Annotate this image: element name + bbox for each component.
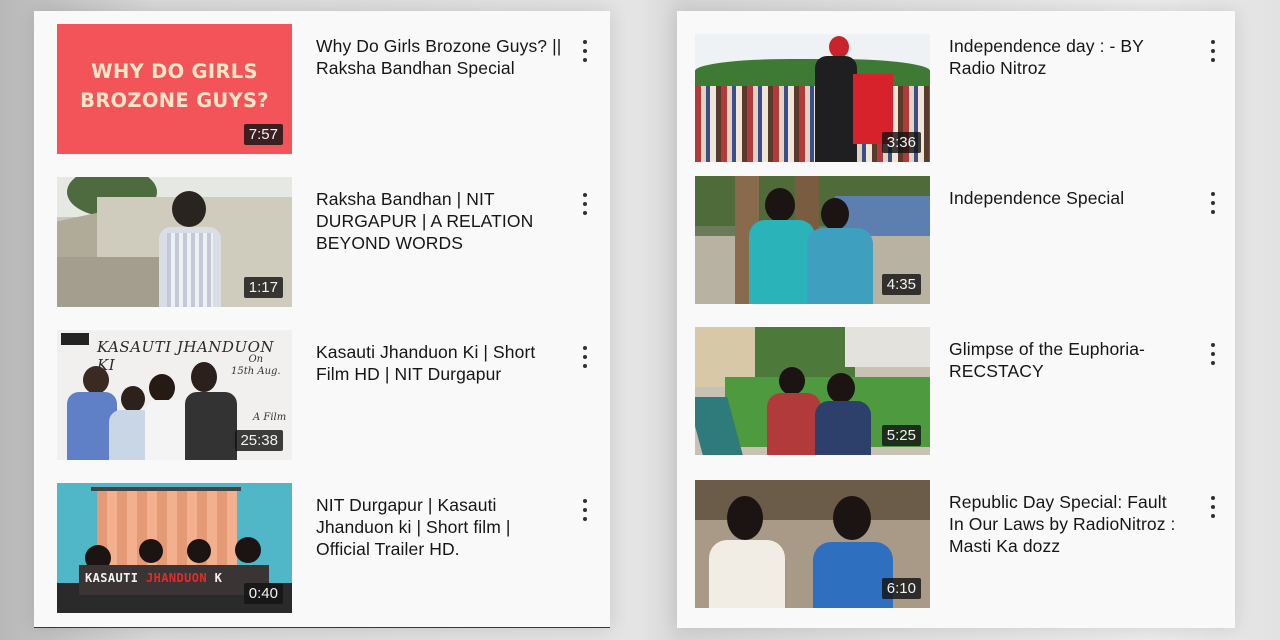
more-vert-icon[interactable] xyxy=(579,346,591,368)
more-vert-icon[interactable] xyxy=(579,40,591,62)
video-thumbnail[interactable]: KASAUTI JHANDUON KI On 15th Aug. A Film … xyxy=(57,330,292,460)
video-title[interactable]: Independence Special xyxy=(949,187,1189,209)
video-thumbnail[interactable]: 3:36 xyxy=(695,34,930,162)
video-title[interactable]: Kasauti Jhanduon Ki | Short Film HD | NI… xyxy=(316,341,576,385)
video-thumbnail[interactable]: 1:17 xyxy=(57,177,292,307)
video-item[interactable]: KASAUTI JHANDUON KI On 15th Aug. A Film … xyxy=(57,330,610,462)
thumbnail-date: On 15th Aug. xyxy=(231,354,281,377)
duration-badge: 7:57 xyxy=(243,124,283,145)
thumbnail-text: WHY DO GIRLS BROZONE GUYS? xyxy=(80,60,269,112)
video-item[interactable]: 4:35 Independence Special xyxy=(695,176,1235,308)
more-vert-icon[interactable] xyxy=(1207,343,1219,365)
more-vert-icon[interactable] xyxy=(1207,496,1219,518)
video-thumbnail[interactable]: 6:10 xyxy=(695,480,930,608)
video-item[interactable]: 3:36 Independence day : - BY Radio Nitro… xyxy=(695,24,1235,162)
video-item[interactable]: 6:10 Republic Day Special: Fault In Our … xyxy=(695,480,1235,612)
more-vert-icon[interactable] xyxy=(1207,40,1219,62)
video-thumbnail[interactable]: 5:25 xyxy=(695,327,930,455)
video-item[interactable]: WHY DO GIRLS BROZONE GUYS? 7:57 Why Do G… xyxy=(57,24,610,156)
thumbnail-text: KASAUTI JHANDUON K xyxy=(85,571,223,585)
video-item[interactable]: KASAUTI JHANDUON K 0:40 NIT Durgapur | K… xyxy=(57,483,610,615)
duration-badge: 1:17 xyxy=(243,277,283,298)
video-title[interactable]: Republic Day Special: Fault In Our Laws … xyxy=(949,491,1189,557)
duration-badge: 0:40 xyxy=(243,583,283,604)
video-thumbnail[interactable]: WHY DO GIRLS BROZONE GUYS? 7:57 xyxy=(57,24,292,154)
video-title[interactable]: Why Do Girls Brozone Guys? || Raksha Ban… xyxy=(316,35,576,79)
more-vert-icon[interactable] xyxy=(1207,192,1219,214)
video-thumbnail[interactable]: KASAUTI JHANDUON K 0:40 xyxy=(57,483,292,613)
video-thumbnail[interactable]: 4:35 xyxy=(695,176,930,304)
duration-badge: 6:10 xyxy=(881,578,921,599)
video-item[interactable]: 1:17 Raksha Bandhan | NIT DURGAPUR | A R… xyxy=(57,177,610,309)
video-title[interactable]: Glimpse of the Euphoria- RECSTACY xyxy=(949,338,1189,382)
duration-badge: 3:36 xyxy=(881,132,921,153)
duration-badge: 4:35 xyxy=(881,274,921,295)
duration-badge: 5:25 xyxy=(881,425,921,446)
video-list-right: 3:36 Independence day : - BY Radio Nitro… xyxy=(677,11,1235,628)
video-title[interactable]: Raksha Bandhan | NIT DURGAPUR | A RELATI… xyxy=(316,188,576,254)
thumbnail-credit: A Film xyxy=(253,412,287,423)
video-item[interactable]: 5:25 Glimpse of the Euphoria- RECSTACY xyxy=(695,327,1235,459)
more-vert-icon[interactable] xyxy=(579,499,591,521)
video-title[interactable]: NIT Durgapur | Kasauti Jhanduon ki | Sho… xyxy=(316,494,576,560)
video-title[interactable]: Independence day : - BY Radio Nitroz xyxy=(949,35,1189,79)
duration-badge: 25:38 xyxy=(235,430,283,451)
video-list-left: WHY DO GIRLS BROZONE GUYS? 7:57 Why Do G… xyxy=(34,11,610,628)
more-vert-icon[interactable] xyxy=(579,193,591,215)
